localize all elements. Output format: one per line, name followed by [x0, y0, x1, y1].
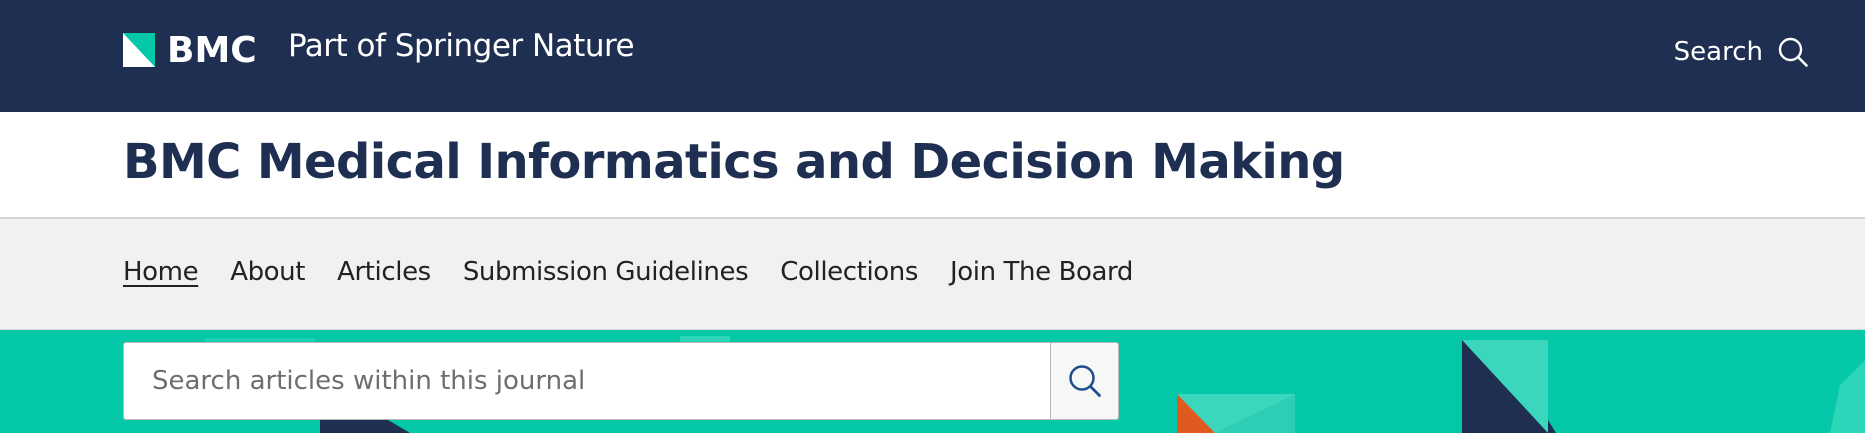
nav-item-collections[interactable]: Collections [780, 257, 918, 287]
header-search-label: Search [1673, 37, 1763, 67]
journal-search [123, 342, 1119, 422]
search-icon [1068, 365, 1101, 397]
nav-item-submission-guidelines[interactable]: Submission Guidelines [463, 257, 749, 287]
journal-search-button[interactable] [1051, 342, 1119, 420]
top-header: BMC Part of Springer Nature Search [0, 0, 1865, 112]
journal-search-input[interactable] [123, 342, 1051, 420]
journal-title-band: BMC Medical Informatics and Decision Mak… [0, 112, 1865, 219]
nav-item-join-the-board[interactable]: Join The Board [950, 257, 1133, 287]
journal-title[interactable]: BMC Medical Informatics and Decision Mak… [123, 134, 1345, 190]
bmc-logo-mark-icon [123, 33, 155, 67]
search-icon [1778, 37, 1808, 67]
header-search-button[interactable]: Search [1674, 30, 1809, 74]
tagline[interactable]: Part of Springer Nature [288, 28, 635, 64]
bmc-logo[interactable]: BMC [123, 29, 257, 71]
nav-item-about[interactable]: About [230, 257, 305, 287]
nav-list: Home About Articles Submission Guideline… [123, 257, 1165, 287]
brand-name: BMC [167, 29, 257, 71]
journal-nav: Home About Articles Submission Guideline… [0, 219, 1865, 330]
nav-item-home[interactable]: Home [123, 257, 199, 287]
nav-item-articles[interactable]: Articles [337, 257, 431, 287]
